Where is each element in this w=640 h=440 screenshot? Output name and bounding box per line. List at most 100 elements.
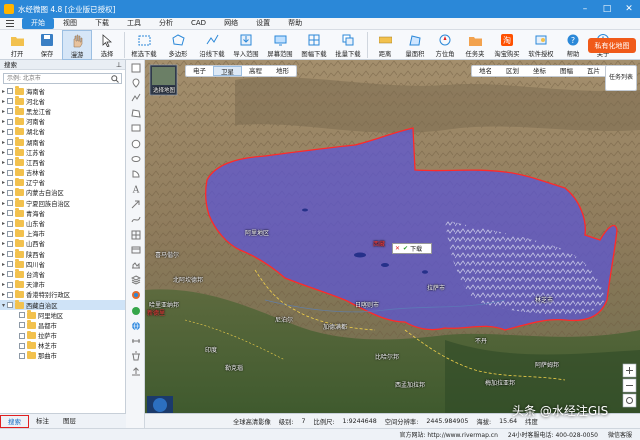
expand-icon[interactable]: ▸ <box>0 189 7 196</box>
task-folder-button[interactable]: 任务夹 <box>460 30 490 60</box>
expand-icon[interactable]: ▸ <box>0 230 7 237</box>
tree-checkbox[interactable] <box>7 210 13 217</box>
tree-item[interactable]: ▸ 青海省 <box>0 208 125 218</box>
tree-item[interactable]: ▸ 湖北省 <box>0 126 125 137</box>
tree-item[interactable]: ▸ 山东省 <box>0 218 125 228</box>
menu-help[interactable]: 帮助 <box>279 18 311 29</box>
map-view[interactable]: 选择地图 电子 卫星 高程 地形 地名 区划 坐标 图幅 瓦片 任务列表 西藏 … <box>145 60 640 413</box>
curve-tool-icon[interactable] <box>126 212 145 227</box>
tree-checkbox[interactable] <box>7 251 13 258</box>
pan-button[interactable]: 漫游 <box>62 30 92 60</box>
tab-search[interactable]: 搜索 <box>0 414 29 428</box>
screen-range-button[interactable]: 屏幕范围 <box>263 30 297 60</box>
tree-checkbox[interactable] <box>7 159 13 166</box>
grid-tool-icon[interactable] <box>126 227 145 242</box>
area-button[interactable]: 量面积 <box>400 30 430 60</box>
tree-child-item[interactable]: 那曲市 <box>0 350 125 361</box>
text-tool-icon[interactable]: A <box>126 182 145 197</box>
tree-item[interactable]: ▸ 内蒙古自治区 <box>0 187 125 198</box>
tree-checkbox[interactable] <box>7 128 13 135</box>
taobao-button[interactable]: 淘 淘宝购买 <box>490 30 524 60</box>
menu-cad[interactable]: CAD <box>182 18 215 29</box>
task-list-button[interactable]: 任务列表 <box>605 65 637 91</box>
tree-checkbox[interactable] <box>7 271 13 278</box>
tree-checkbox[interactable] <box>7 98 13 105</box>
tree-item[interactable]: ▸ 天津市 <box>0 279 125 290</box>
expand-icon[interactable]: ▸ <box>0 98 7 105</box>
green-tool-icon[interactable] <box>126 303 145 318</box>
tree-item[interactable]: ▸ 江苏省 <box>0 147 125 157</box>
save-button[interactable]: 保存 <box>32 30 62 60</box>
tree-checkbox[interactable] <box>7 281 13 288</box>
globe-tool-icon[interactable] <box>126 318 145 333</box>
table-tool-icon[interactable] <box>126 242 145 257</box>
tree-checkbox[interactable] <box>7 302 13 309</box>
expand-icon[interactable]: ▸ <box>0 261 7 268</box>
tree-item[interactable]: ▸ 吉林省 <box>0 167 125 178</box>
menu-tools[interactable]: 工具 <box>118 18 150 29</box>
tree-item[interactable]: ▸ 河北省 <box>0 96 125 106</box>
tab-divisions[interactable]: 区划 <box>499 66 526 76</box>
menu-analysis[interactable]: 分析 <box>150 18 182 29</box>
color-tool-icon[interactable] <box>126 288 145 303</box>
tab-coordinates[interactable]: 坐标 <box>526 66 553 76</box>
footer-service[interactable]: 微信客服 <box>608 430 632 439</box>
close-icon[interactable]: ✕ <box>618 0 640 18</box>
tree-item[interactable]: ▾ 西藏自治区 <box>0 299 125 311</box>
tree-item[interactable]: ▸ 黑龙江省 <box>0 106 125 116</box>
tree-checkbox[interactable] <box>7 169 13 176</box>
open-button[interactable]: 打开 <box>2 30 32 60</box>
maximize-icon[interactable]: □ <box>596 0 618 18</box>
tree-checkbox[interactable] <box>7 230 13 237</box>
tree-checkbox[interactable] <box>7 200 13 207</box>
profile-tool-icon[interactable] <box>126 257 145 272</box>
tab-markers[interactable]: 标注 <box>29 415 56 428</box>
expand-icon[interactable]: ▸ <box>0 159 7 166</box>
box-download-button[interactable]: 框选下载 <box>127 30 161 60</box>
azimuth-button[interactable]: 方位角 <box>430 30 460 60</box>
download-popup[interactable]: ✕ ✔ 下载 <box>392 243 432 254</box>
tree-item[interactable]: ▸ 陕西省 <box>0 249 125 259</box>
tab-vector[interactable]: 电子 <box>186 66 213 76</box>
select-button[interactable]: 选择 <box>92 30 122 60</box>
polyline-tool-icon[interactable] <box>126 90 145 105</box>
tree-item[interactable]: ▸ 山西省 <box>0 238 125 249</box>
circle-tool-icon[interactable] <box>126 136 145 151</box>
tree-item[interactable]: ▸ 江西省 <box>0 157 125 167</box>
tree-checkbox[interactable] <box>7 118 13 125</box>
tree-checkbox[interactable] <box>19 322 25 329</box>
import-range-button[interactable]: 导入范围 <box>229 30 263 60</box>
point-marker-icon[interactable] <box>126 75 145 90</box>
expand-icon[interactable]: ▸ <box>0 251 7 258</box>
menu-settings[interactable]: 设置 <box>247 18 279 29</box>
polygon-button[interactable]: 多边形 <box>161 30 195 60</box>
map-switch-label[interactable]: 选择地图 <box>153 86 175 94</box>
tree-checkbox[interactable] <box>7 139 13 146</box>
polygon-tool-icon[interactable] <box>126 106 145 121</box>
batch-download-button[interactable]: 批量下载 <box>331 30 365 60</box>
tab-elevation[interactable]: 高程 <box>242 66 269 76</box>
tab-layers[interactable]: 图层 <box>56 415 83 428</box>
export-tool-icon[interactable] <box>126 364 145 379</box>
tree-child-item[interactable]: 拉萨市 <box>0 330 125 341</box>
hamburger-menu-icon[interactable] <box>6 20 14 27</box>
tree-checkbox[interactable] <box>19 332 25 339</box>
expand-icon[interactable]: ▸ <box>0 149 7 156</box>
tree-child-item[interactable]: 林芝市 <box>0 340 125 351</box>
sheet-download-button[interactable]: 图幅下载 <box>297 30 331 60</box>
expand-icon[interactable]: ▸ <box>0 220 7 227</box>
search-icon[interactable] <box>111 75 119 83</box>
tree-item[interactable]: ▸ 四川省 <box>0 259 125 269</box>
rectangle-tool-icon[interactable] <box>126 121 145 136</box>
tree-item[interactable]: ▸ 香港特别行政区 <box>0 289 125 300</box>
private-map-button[interactable]: 私有化地图 <box>588 38 636 53</box>
menu-download[interactable]: 下载 <box>86 18 118 29</box>
menu-network[interactable]: 网络 <box>215 18 247 29</box>
tree-item[interactable]: ▸ 海南省 <box>0 86 125 96</box>
tree-item[interactable]: ▸ 台湾省 <box>0 269 125 279</box>
close-icon[interactable]: ✕ <box>395 245 400 252</box>
expand-icon[interactable]: ▸ <box>0 179 7 186</box>
text-marker-icon[interactable] <box>126 60 145 75</box>
expand-icon[interactable]: ▸ <box>0 210 7 217</box>
tree-checkbox[interactable] <box>7 240 13 247</box>
